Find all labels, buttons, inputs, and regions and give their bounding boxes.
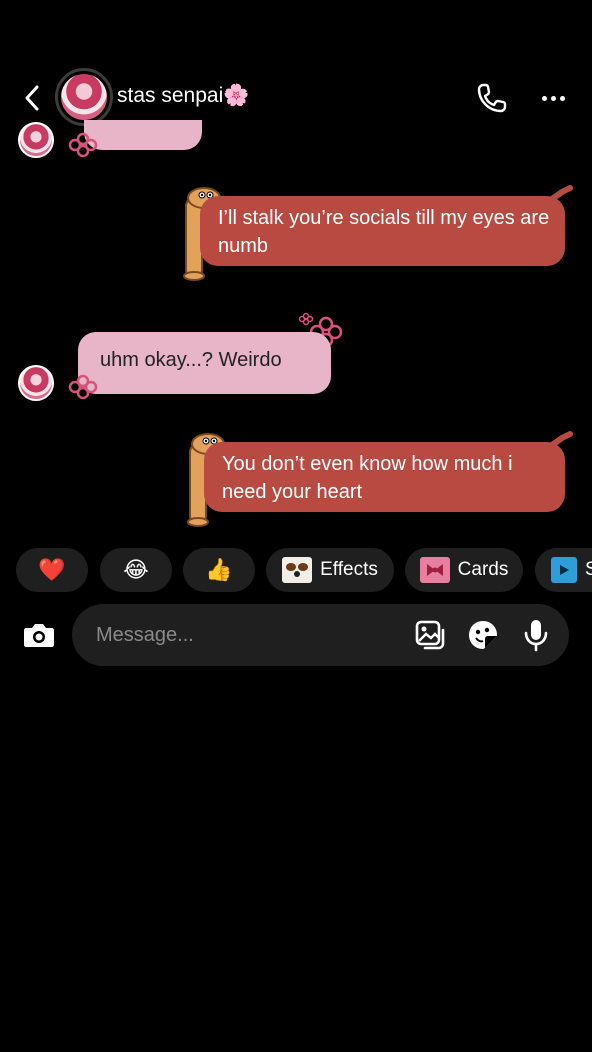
sent-message-bubble[interactable]: I’ll stalk you’re socials till my eyes a… — [200, 196, 565, 266]
s-app-icon — [551, 557, 577, 583]
sender-avatar[interactable] — [18, 365, 54, 401]
s-app-button[interactable]: S — [535, 548, 592, 592]
avatar-image — [61, 74, 107, 120]
call-button[interactable] — [474, 80, 510, 116]
more-horizontal-icon — [541, 95, 547, 101]
gallery-icon — [415, 620, 445, 650]
s-app-label: S — [585, 559, 592, 580]
effects-label: Effects — [320, 559, 378, 580]
laugh-reaction-button[interactable]: 😂 — [100, 548, 172, 592]
effects-button[interactable]: Effects — [266, 548, 394, 592]
quick-actions-bar: ❤️ 😂 👍 Effects Cards S — [16, 548, 592, 594]
gallery-button[interactable] — [412, 617, 448, 653]
cards-icon — [419, 557, 450, 583]
message-input[interactable] — [96, 604, 396, 666]
more-options-button[interactable] — [535, 82, 571, 114]
microphone-button[interactable] — [518, 617, 554, 653]
effects-icon — [282, 557, 313, 583]
back-button[interactable] — [14, 80, 50, 116]
sent-message-bubble[interactable]: You don’t even know how much i need your… — [204, 442, 565, 512]
dog-tail-icon — [540, 431, 573, 451]
received-message-bubble[interactable]: uhm okay...? Weirdo — [78, 332, 331, 394]
message-text: uhm okay...? Weirdo — [100, 349, 282, 371]
heart-reaction-button[interactable]: ❤️ — [16, 548, 88, 592]
contact-avatar[interactable] — [55, 68, 113, 126]
sender-avatar — [18, 122, 54, 158]
contact-name[interactable]: stas senpai🌸 — [117, 84, 249, 108]
flower-icon — [68, 132, 98, 158]
cards-button[interactable]: Cards — [405, 548, 523, 592]
message-text: I’ll stalk you’re socials till my eyes a… — [218, 207, 550, 257]
sticker-icon — [469, 621, 497, 649]
cards-label: Cards — [457, 559, 509, 580]
camera-button[interactable] — [18, 614, 60, 656]
thumbs-up-icon: 👍 — [205, 557, 233, 582]
phone-icon — [477, 83, 507, 113]
flower-icon — [68, 374, 98, 400]
thumbs-up-reaction-button[interactable]: 👍 — [183, 548, 255, 592]
chevron-left-icon — [25, 85, 39, 111]
camera-icon — [24, 624, 54, 647]
sticker-button[interactable] — [465, 617, 501, 653]
previous-received-bubble — [84, 120, 202, 150]
heart-icon: ❤️ — [38, 557, 66, 582]
laughing-icon: 😂 — [123, 557, 149, 582]
message-composer — [72, 604, 569, 666]
message-text: You don’t even know how much i need your… — [222, 453, 513, 503]
microphone-icon — [524, 620, 548, 652]
dog-tail-icon — [540, 185, 573, 205]
